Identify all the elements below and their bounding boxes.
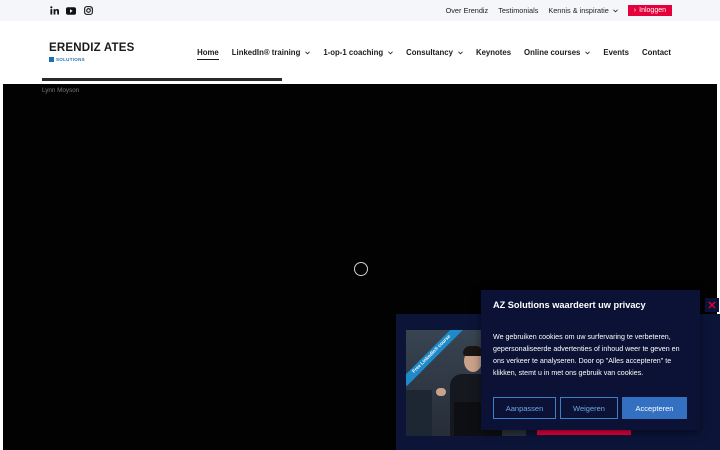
linkedin-icon[interactable] <box>48 5 60 16</box>
chevron-down-icon <box>388 48 394 57</box>
nav-item-label: LinkedIn® training <box>231 48 301 57</box>
chevron-down-icon <box>458 48 463 57</box>
cookie-title: AZ Solutions waardeert uw privacy <box>493 300 646 310</box>
logo-sub-text: SOLUTIONS <box>56 56 85 62</box>
main-header: ERENDIZ ATES SOLUTIONS Home LinkedIn® tr… <box>0 21 720 84</box>
chevron-down-icon <box>585 48 591 57</box>
site-logo[interactable]: ERENDIZ ATES SOLUTIONS <box>49 42 135 62</box>
nav-item-events[interactable]: Events <box>603 48 629 57</box>
customize-button[interactable]: Aanpassen <box>493 397 556 419</box>
youtube-icon[interactable] <box>65 5 77 16</box>
nav-item-keynotes[interactable]: Keynotes <box>476 48 511 57</box>
nav-item-label: Home <box>197 48 219 57</box>
nav-item-linkedin-training[interactable]: LinkedIn® training <box>232 48 311 57</box>
accept-button[interactable]: Accepteren <box>622 397 687 419</box>
login-button[interactable]: › Inloggen <box>627 5 672 16</box>
top-link-label: Over Erendiz <box>445 6 489 15</box>
loading-spinner-icon <box>354 262 368 276</box>
cookie-text: We gebruiken cookies om uw surfervaring … <box>493 333 680 377</box>
logo-name: ERENDIZ ATES <box>49 42 135 54</box>
instagram-icon[interactable] <box>82 5 94 16</box>
top-link-testimonials[interactable]: Testimonials <box>498 6 538 15</box>
login-label: Inloggen <box>639 7 666 14</box>
logo-sub: SOLUTIONS <box>49 56 134 62</box>
nav-item-online-courses[interactable]: Online courses <box>524 48 591 57</box>
main-navigation: Home LinkedIn® training 1-op-1 coaching … <box>184 21 671 84</box>
nav-item-contact[interactable]: Contact <box>642 48 671 57</box>
nav-item-label: Online courses <box>524 48 581 57</box>
top-link-label: Kennis & inspiratie <box>548 6 609 15</box>
nav-item-coaching[interactable]: 1-op-1 coaching <box>323 48 394 57</box>
top-link-over-erendiz[interactable]: Over Erendiz <box>446 6 489 15</box>
logo-mark-icon <box>49 56 54 62</box>
nav-item-label: Keynotes <box>475 48 512 57</box>
video-author: Lynn Moyson <box>42 87 80 94</box>
nav-item-label: Consultancy <box>406 48 453 57</box>
top-link-kennis-inspiratie[interactable]: Kennis & inspiratie <box>548 6 618 15</box>
chevron-right-icon: › <box>633 7 637 14</box>
nav-item-label: Events <box>603 48 629 57</box>
top-link-label: Testimonials <box>498 6 539 15</box>
close-icon[interactable] <box>705 298 719 312</box>
nav-item-consultancy[interactable]: Consultancy <box>406 48 463 57</box>
chevron-down-icon <box>612 6 618 15</box>
cookie-consent-dialog: AZ Solutions waardeert uw privacy We geb… <box>481 290 700 430</box>
video-title-obscured <box>42 78 342 86</box>
nav-item-home[interactable]: Home <box>197 48 219 60</box>
nav-item-label: Contact <box>641 48 671 57</box>
top-utility-bar: Over Erendiz Testimonials Kennis & inspi… <box>0 0 720 21</box>
chevron-down-icon <box>305 48 311 57</box>
top-links: Over Erendiz Testimonials Kennis & inspi… <box>436 0 672 21</box>
nav-item-label: 1-op-1 coaching <box>323 48 384 57</box>
reject-button[interactable]: Weigeren <box>560 397 618 419</box>
